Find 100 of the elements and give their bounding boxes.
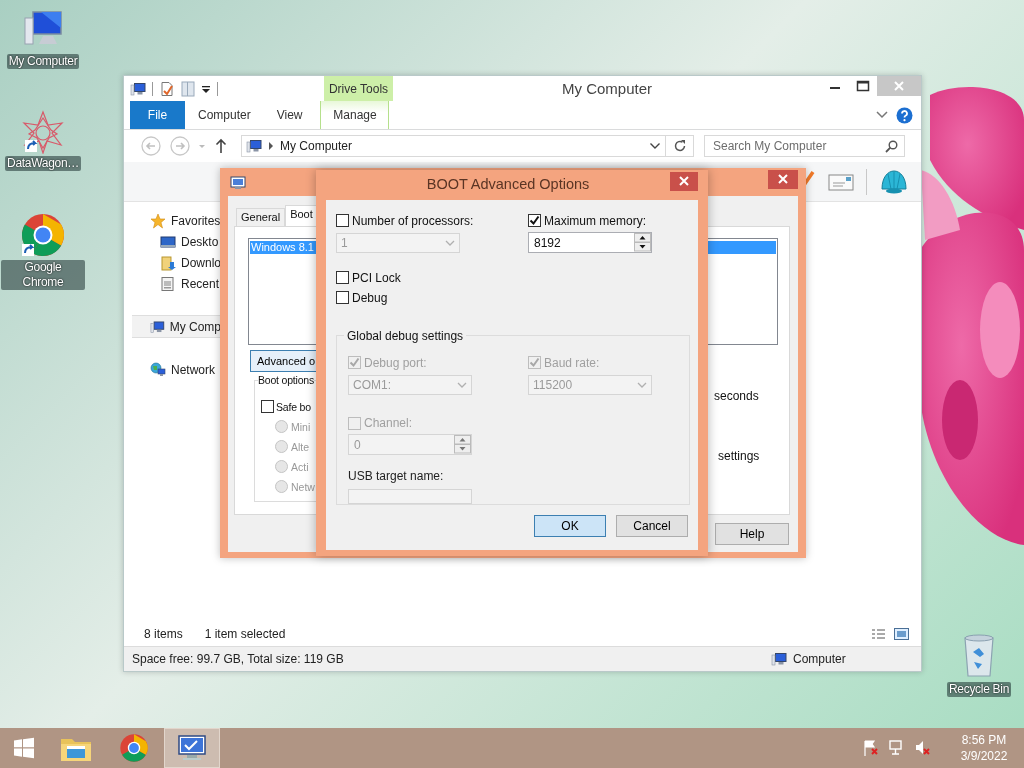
item-count: 8 items xyxy=(144,627,183,641)
checkbox[interactable] xyxy=(528,214,541,227)
envelope-icon[interactable] xyxy=(828,171,854,192)
monitor-icon xyxy=(176,733,208,763)
folder-icon[interactable] xyxy=(181,80,195,97)
start-button[interactable] xyxy=(13,737,35,759)
nav-item[interactable]: Recent xyxy=(124,273,221,294)
search-field[interactable]: Search My Computer xyxy=(704,135,905,157)
nav-item[interactable]: Favorites xyxy=(124,210,221,231)
nav-item-label: Downlo xyxy=(180,255,221,270)
radio-button[interactable] xyxy=(275,440,288,453)
nav-item[interactable]: Deskto xyxy=(124,231,221,252)
radio-button[interactable] xyxy=(275,460,288,473)
radio-button[interactable] xyxy=(275,420,288,433)
large-icons-view-button[interactable] xyxy=(894,628,909,640)
nav-item-label: Recent xyxy=(181,276,220,291)
tab[interactable]: Boot xyxy=(285,205,318,226)
chrome-icon[interactable] xyxy=(20,212,66,258)
radio-label: Acti xyxy=(291,460,309,473)
monitor-icon xyxy=(160,233,176,250)
computer-icon xyxy=(246,138,262,154)
starburst-icon[interactable] xyxy=(21,110,65,154)
nav-item[interactable]: My Comp xyxy=(132,315,221,338)
selection-count: 1 item selected xyxy=(204,627,286,641)
close-button[interactable] xyxy=(768,170,798,189)
advanced-options-button[interactable]: Advanced o xyxy=(250,350,318,372)
chevron-down-icon xyxy=(445,240,455,246)
search-placeholder: Search My Computer xyxy=(713,139,828,153)
desktop-icon-label[interactable]: DataWagon… xyxy=(5,156,81,171)
dropdown-arrow-icon[interactable] xyxy=(201,83,211,94)
computer-icon[interactable] xyxy=(130,80,146,97)
nav-item-label: Favorites xyxy=(171,213,221,228)
speaker-muted-icon[interactable] xyxy=(914,739,932,757)
location-text: Computer xyxy=(793,652,846,666)
nav-item[interactable]: Downlo xyxy=(124,252,221,273)
group-label: Boot options xyxy=(258,374,314,386)
checkbox[interactable] xyxy=(336,214,349,227)
checkbox-label: settings xyxy=(717,449,761,463)
timeout-unit: seconds xyxy=(714,389,760,403)
checkbox-label: Baud rate: xyxy=(544,355,600,370)
window-icon xyxy=(230,176,246,190)
folder-icon xyxy=(160,254,176,271)
ribbon-tab[interactable]: View xyxy=(263,101,316,129)
globe-icon xyxy=(150,361,166,378)
nav-item-label: Network xyxy=(171,362,215,377)
close-button[interactable] xyxy=(670,172,698,191)
radio-button[interactable] xyxy=(275,480,288,493)
chevron-down-icon xyxy=(637,382,647,388)
desktop-icon-label[interactable]: Recycle Bin xyxy=(946,682,1012,697)
field-label: USB target name: xyxy=(348,469,445,483)
checkbox-label: Channel: xyxy=(364,416,413,430)
radio-label: Alte xyxy=(291,440,310,453)
nav-item-label: Deskto xyxy=(181,234,219,249)
dialog-title: BOOT Advanced Options xyxy=(425,175,591,192)
chrome-icon xyxy=(119,733,149,763)
desktop-icon-label[interactable]: Google Chrome xyxy=(1,260,85,290)
tab[interactable]: General xyxy=(236,208,286,226)
details-view-button[interactable] xyxy=(871,628,886,640)
ribbon-tab[interactable]: Computer xyxy=(185,101,264,129)
refresh-button[interactable] xyxy=(666,135,694,157)
contextual-tab-group: Drive Tools xyxy=(324,76,393,101)
checkbox[interactable] xyxy=(261,400,274,413)
group-label: Global debug settings xyxy=(344,329,467,343)
up-arrow-button[interactable] xyxy=(215,138,227,154)
chevron-down-icon xyxy=(457,382,467,388)
checkbox-label: Safe bo xyxy=(276,400,311,413)
star-icon xyxy=(150,212,166,229)
chevron-right-icon xyxy=(268,142,274,150)
number-field[interactable]: 8192 xyxy=(528,232,652,253)
shell-icon[interactable] xyxy=(879,168,909,195)
address-text: My Computer xyxy=(280,139,354,153)
taskbar-button[interactable] xyxy=(164,728,220,768)
computer-icon xyxy=(771,651,787,667)
checkbox-label: Number of processors: xyxy=(352,213,474,228)
checkbox-label: Debug xyxy=(352,290,388,305)
search-icon[interactable] xyxy=(885,139,898,153)
spin-arrows-icon[interactable] xyxy=(634,233,651,252)
window-title: My Computer xyxy=(562,79,653,99)
checkbox[interactable] xyxy=(336,271,349,284)
checkbox[interactable] xyxy=(336,291,349,304)
help-button[interactable]: Help xyxy=(715,523,789,545)
address-bar[interactable]: My Computer xyxy=(241,135,666,157)
checkbox-label: Debug port: xyxy=(364,355,427,370)
help-icon[interactable] xyxy=(896,106,913,124)
radio-label: Netw xyxy=(291,480,315,493)
nav-item-label: My Comp xyxy=(169,319,221,334)
ribbon-tab[interactable]: File xyxy=(130,101,185,129)
ok-button[interactable]: OK xyxy=(534,515,606,537)
action-center-icon[interactable] xyxy=(862,739,880,757)
properties-icon[interactable] xyxy=(159,80,175,97)
ribbon-tab[interactable]: Manage xyxy=(320,101,390,129)
desktop-icon-label[interactable]: My Computer xyxy=(6,54,80,69)
document-icon xyxy=(160,275,176,292)
refresh-icon xyxy=(672,139,687,153)
cancel-button[interactable]: Cancel xyxy=(616,515,688,537)
nav-item[interactable]: Network xyxy=(124,359,221,380)
computer-icon xyxy=(150,318,165,335)
chevron-icon[interactable] xyxy=(876,111,888,119)
checkbox-label: PCI Lock xyxy=(352,270,401,285)
radio-label: Mini xyxy=(291,420,311,433)
